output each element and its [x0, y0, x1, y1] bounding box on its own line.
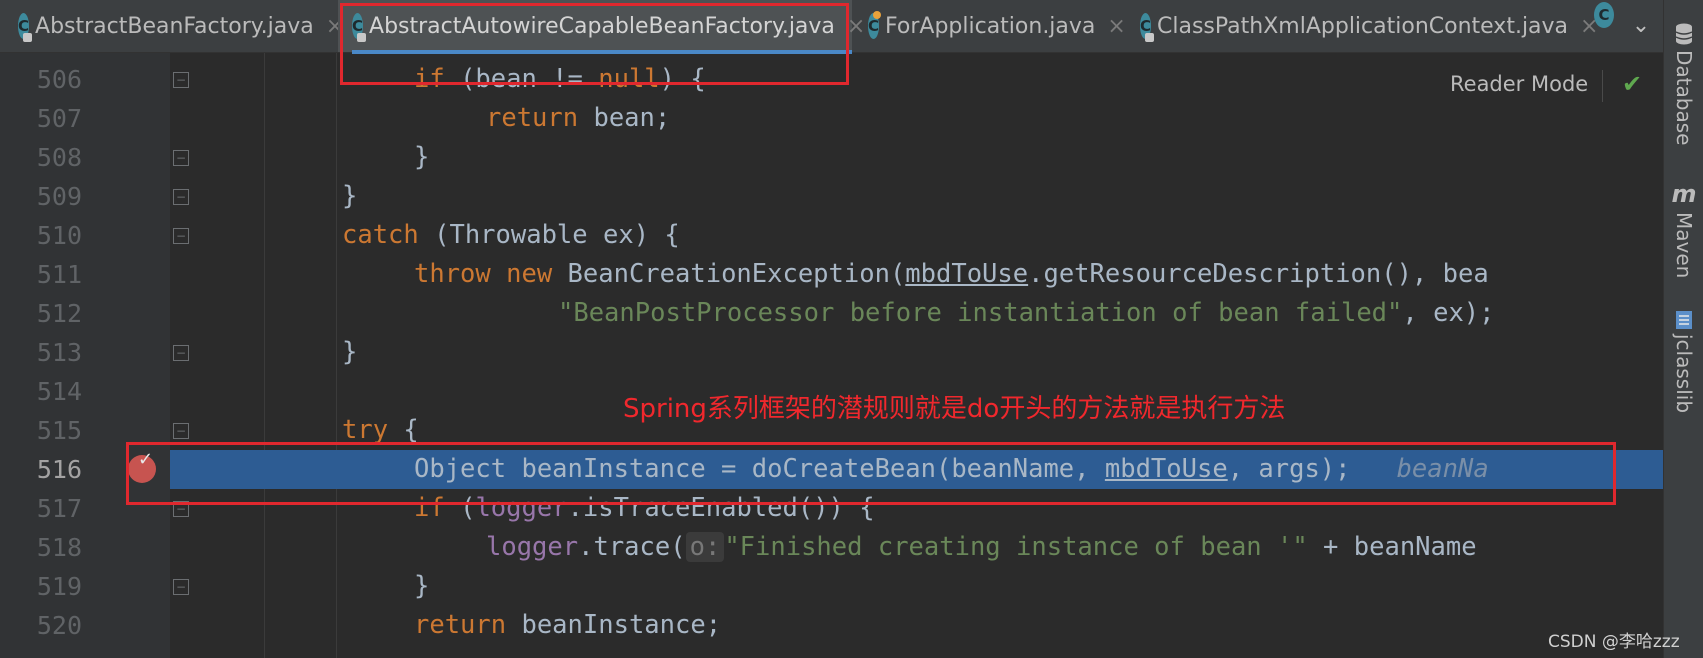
right-tool-strip: Database m Maven jclasslib	[1663, 0, 1703, 658]
annotation-box-tab	[340, 3, 849, 85]
tab-label: AbstractBeanFactory.java	[35, 13, 314, 39]
database-tool-button[interactable]: Database	[1664, 22, 1703, 145]
watermark: CSDN @李哈zzz	[1548, 632, 1680, 652]
line-number: 513	[36, 338, 82, 367]
class-run-icon: C	[868, 11, 882, 39]
jclasslib-tool-label: jclasslib	[1672, 334, 1696, 414]
jclasslib-icon	[1676, 311, 1692, 329]
database-tool-label: Database	[1672, 50, 1696, 146]
code-line-520: return beanInstance;	[414, 610, 722, 640]
indent-guide	[264, 53, 265, 658]
code-line-512: "BeanPostProcessor before instantiation …	[558, 298, 1495, 328]
line-number: 518	[36, 533, 82, 562]
code-line-507: return bean;	[486, 103, 671, 133]
tab-label: ForApplication.java	[885, 13, 1096, 39]
code-editor[interactable]: if (bean != null) { return bean; } } cat…	[170, 53, 1663, 658]
database-icon	[1675, 23, 1693, 45]
parameter-hint: o:	[685, 532, 725, 562]
line-number-gutter: 506 507 508 509 510 511 512 513 514 515 …	[0, 53, 170, 658]
line-number: 511	[36, 260, 82, 289]
indent-guide	[336, 53, 337, 658]
line-number: 519	[36, 572, 82, 601]
maven-icon: m	[1671, 180, 1697, 208]
divider	[1602, 70, 1603, 102]
code-line-510: catch (Throwable ex) {	[342, 220, 680, 250]
line-number: 520	[36, 611, 82, 640]
code-line-518: logger.trace(o: "Finished creating instan…	[486, 532, 1477, 562]
line-number: 506	[36, 65, 82, 94]
tab-label: ClassPathXmlApplicationContext.java	[1157, 13, 1569, 39]
line-number: 514	[36, 377, 82, 406]
line-number: 507	[36, 104, 82, 133]
line-number: 515	[36, 416, 82, 445]
line-number: 510	[36, 221, 82, 250]
close-icon[interactable]: ×	[847, 14, 865, 39]
tab-overflow-partial[interactable]: C	[1594, 0, 1620, 30]
line-number: 517	[36, 494, 82, 523]
tab-class-path-xml-application-context[interactable]: C ClassPathXmlApplicationContext.java ×	[1140, 0, 1598, 52]
line-number-current: 516	[36, 455, 82, 484]
line-number: 509	[36, 182, 82, 211]
maven-tool-label: Maven	[1672, 212, 1696, 279]
inspection-ok-check-icon[interactable]: ✔	[1622, 70, 1642, 98]
class-file-icon: C	[1594, 2, 1614, 28]
reader-mode-toggle[interactable]: Reader Mode	[1450, 72, 1588, 96]
line-number: 508	[36, 143, 82, 172]
code-line-511: throw new BeanCreationException(mbdToUse…	[414, 259, 1489, 289]
close-icon[interactable]: ×	[1107, 14, 1125, 39]
code-line-508: }	[414, 142, 430, 172]
line-number: 512	[36, 299, 82, 328]
class-file-icon: C	[18, 13, 33, 42]
jclasslib-tool-button[interactable]: jclasslib	[1664, 310, 1703, 413]
annotation-text: Spring系列框架的潜规则就是do开头的方法就是执行方法	[623, 394, 1286, 424]
maven-tool-button[interactable]: m Maven	[1664, 180, 1703, 278]
class-file-icon: C	[1140, 13, 1155, 42]
annotation-box-line	[126, 442, 1616, 505]
chevron-down-icon[interactable]: ⌄	[1626, 10, 1656, 40]
code-line-513: }	[342, 337, 358, 367]
code-line-519: }	[414, 571, 430, 601]
tab-for-application[interactable]: C ForApplication.java ×	[868, 0, 1126, 52]
tab-abstract-bean-factory[interactable]: C AbstractBeanFactory.java ×	[18, 0, 344, 52]
code-line-509: }	[342, 181, 358, 211]
